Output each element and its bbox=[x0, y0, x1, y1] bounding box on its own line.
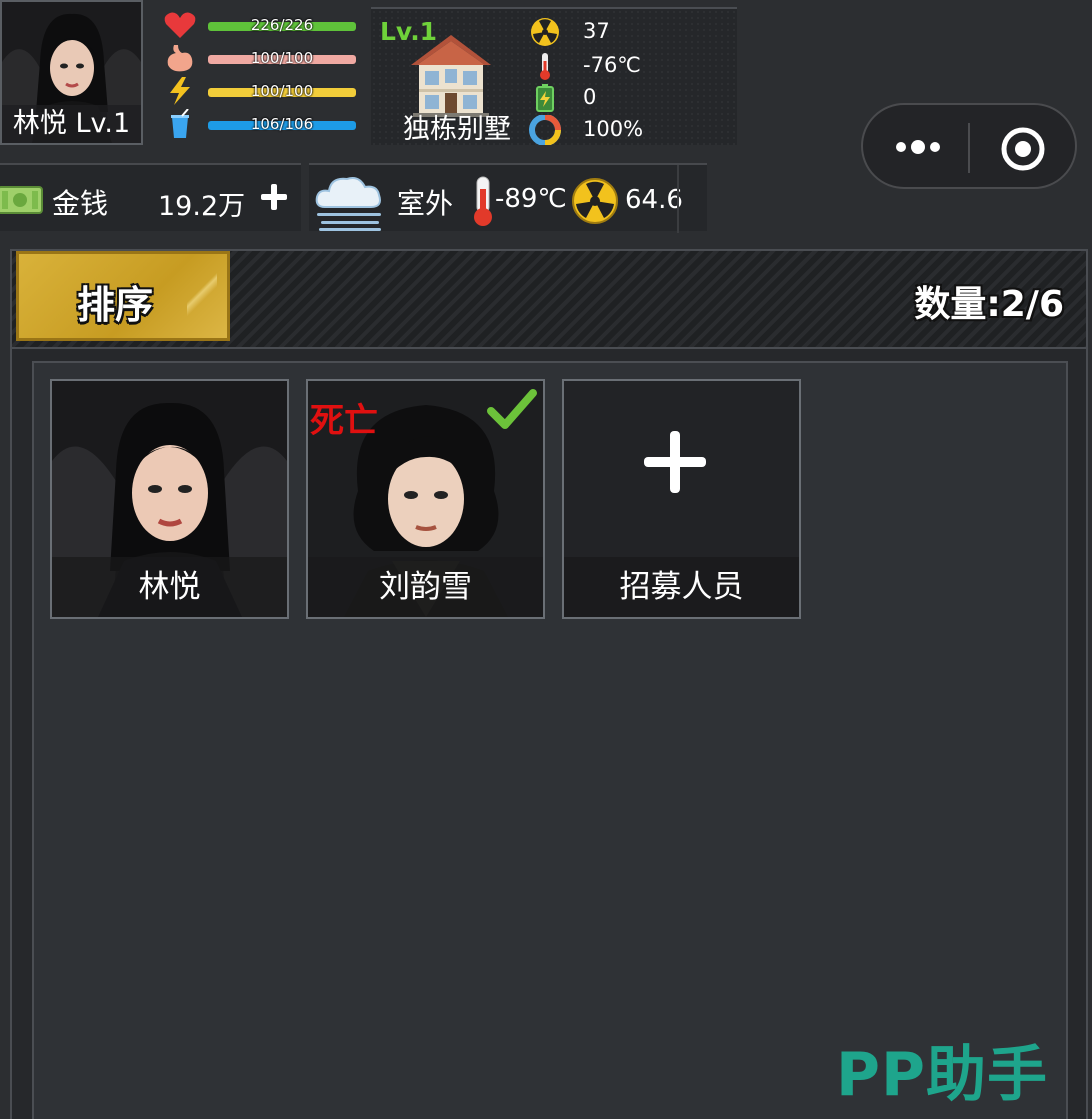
money-panel: 金钱 19.2万 bbox=[0, 163, 301, 231]
player-level-label: 林悦 Lv.1 bbox=[2, 105, 141, 143]
villa-house-icon bbox=[411, 35, 491, 117]
radiation-icon bbox=[531, 18, 559, 46]
outdoor-radiation: 64.6 bbox=[625, 185, 683, 215]
shelter-radiation: 37 bbox=[529, 17, 729, 49]
shelter-name: 独栋别墅 bbox=[403, 114, 511, 145]
cash-icon bbox=[0, 186, 43, 214]
thirst-value: 106/106 bbox=[250, 115, 314, 133]
sort-button[interactable]: 排序 bbox=[16, 251, 230, 341]
cloud-fog-icon bbox=[315, 177, 381, 231]
stomach-icon bbox=[167, 45, 193, 72]
weather-panel: 室外 -89℃ 64.6 bbox=[309, 163, 707, 233]
members-header: 排序 数量:2/6 bbox=[12, 251, 1086, 349]
heart-icon bbox=[164, 12, 196, 38]
members-grid: 林悦 死亡 刘韵雪 招募人员 bbox=[32, 361, 1068, 1119]
hunger-value: 100/100 bbox=[250, 49, 314, 67]
thermometer-icon bbox=[474, 176, 492, 226]
health-value: 226/226 bbox=[250, 16, 314, 34]
sort-button-label: 排序 bbox=[77, 283, 154, 327]
shelter-panel[interactable]: Lv.1 独栋别墅 37 -76℃ 0 100% bbox=[371, 7, 737, 145]
members-panel: 排序 数量:2/6 林悦 死亡 刘韵雪 招募人员 bbox=[10, 249, 1088, 1119]
member-name: 刘韵雪 bbox=[308, 557, 543, 617]
button-gloss bbox=[187, 264, 217, 330]
thirst-bar: 106/106 bbox=[160, 107, 360, 140]
recruit-label: 招募人员 bbox=[564, 557, 799, 617]
member-card[interactable]: 林悦 bbox=[50, 379, 289, 619]
watermark: PP助手 bbox=[836, 1040, 1048, 1110]
hunger-bar: 100/100 bbox=[160, 41, 360, 74]
checkmark-icon bbox=[487, 389, 537, 429]
weather-divider bbox=[677, 165, 679, 233]
battery-icon bbox=[536, 84, 554, 112]
close-miniprogram-icon[interactable] bbox=[999, 125, 1047, 173]
energy-value: 100/100 bbox=[250, 82, 314, 100]
capsule-divider bbox=[968, 123, 970, 173]
member-card[interactable]: 死亡 刘韵雪 bbox=[306, 379, 545, 619]
energy-bar: 100/100 bbox=[160, 74, 360, 107]
radiation-icon bbox=[572, 178, 618, 224]
shelter-temperature: -76℃ bbox=[529, 51, 729, 83]
pie-icon bbox=[529, 115, 561, 145]
member-name: 林悦 bbox=[52, 557, 287, 617]
player-avatar[interactable]: 林悦 Lv.1 bbox=[0, 0, 143, 145]
game-screen: 林悦 Lv.1 226/226 100/100 100/100 106/106 … bbox=[0, 0, 1092, 1119]
vital-bars: 226/226 100/100 100/100 106/106 bbox=[160, 8, 360, 140]
health-bar: 226/226 bbox=[160, 8, 360, 41]
recruit-card[interactable]: 招募人员 bbox=[562, 379, 801, 619]
shelter-power: 0 bbox=[529, 83, 729, 115]
plus-icon bbox=[644, 431, 706, 493]
add-money-icon[interactable] bbox=[258, 181, 290, 213]
water-cup-icon bbox=[171, 109, 189, 138]
outdoor-temperature: -89℃ bbox=[495, 184, 567, 214]
more-menu-icon[interactable] bbox=[893, 135, 943, 159]
shelter-integrity: 100% bbox=[529, 115, 729, 147]
member-count: 数量:2/6 bbox=[914, 284, 1064, 325]
money-value: 19.2万 bbox=[158, 191, 246, 222]
miniprogram-capsule bbox=[861, 103, 1077, 189]
dead-status-label: 死亡 bbox=[310, 401, 378, 441]
thermometer-icon bbox=[540, 53, 550, 80]
weather-location: 室外 bbox=[397, 187, 454, 220]
energy-icon bbox=[170, 77, 190, 105]
money-label: 金钱 bbox=[52, 187, 109, 220]
